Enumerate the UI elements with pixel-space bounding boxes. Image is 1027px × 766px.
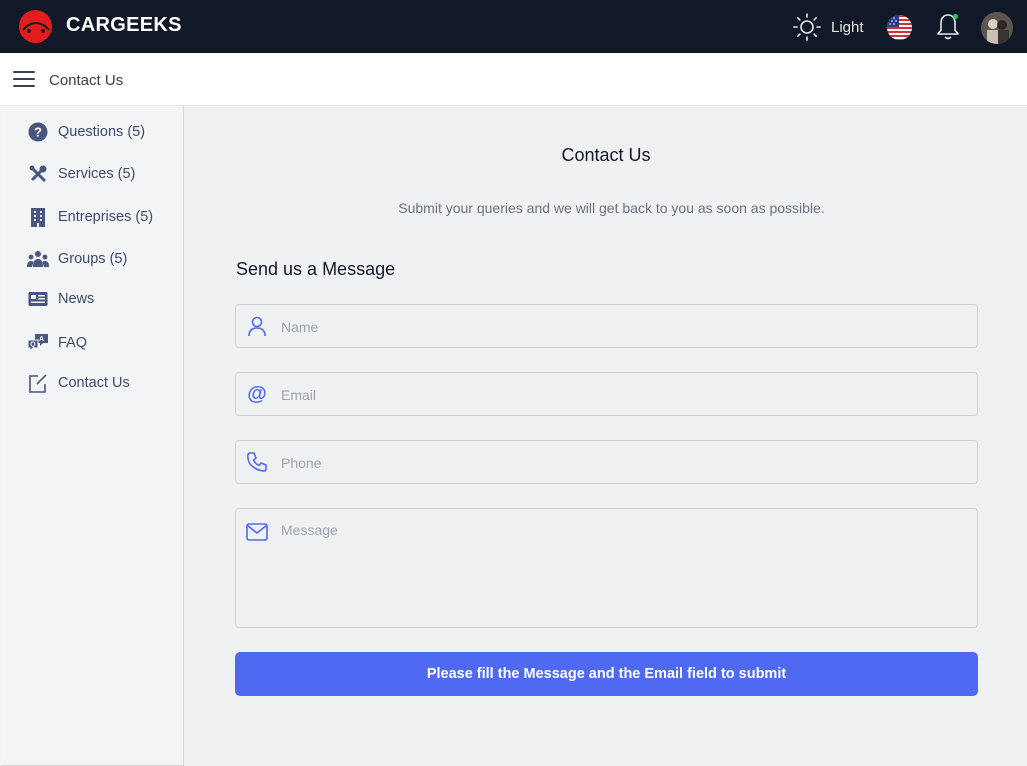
page-title: Contact Us (561, 145, 651, 165)
top-navbar: CARGEEKS Light (0, 0, 1027, 53)
sidebar-item-faq[interactable]: AQ FAQ (27, 332, 87, 354)
sidebar-item-contact-us[interactable]: Contact Us (27, 372, 130, 394)
sub-header: Contact Us (0, 53, 1027, 106)
phone-icon (246, 451, 268, 473)
brand-name[interactable]: CARGEEKS (66, 14, 182, 37)
user-avatar[interactable] (981, 12, 1013, 44)
sidebar-item-services[interactable]: Services (5) (27, 163, 135, 185)
sidebar-item-label: Contact Us (58, 375, 130, 391)
theme-label: Light (831, 18, 864, 36)
envelope-icon (246, 521, 268, 543)
car-silhouette-icon (21, 21, 50, 33)
newspaper-icon (27, 288, 49, 310)
sidebar-item-label: Services (5) (58, 166, 136, 182)
us-flag-icon[interactable] (887, 15, 912, 40)
sidebar-item-label: Groups (5) (58, 251, 128, 267)
message-input[interactable] (281, 522, 967, 618)
email-field: @ (235, 372, 978, 416)
submit-button[interactable]: Please fill the Message and the Email fi… (235, 652, 978, 696)
sidebar-item-questions[interactable]: ? Questions (5) (27, 121, 145, 143)
edit-contact-icon (27, 372, 49, 394)
user-icon (246, 315, 268, 337)
name-field (235, 304, 978, 348)
svg-text:@: @ (247, 383, 267, 405)
sidebar: ? Questions (5) Services (5) Entreprises… (1, 106, 184, 766)
hamburger-icon[interactable] (13, 71, 35, 89)
users-group-icon (27, 248, 49, 270)
breadcrumb-title: Contact Us (49, 72, 124, 89)
theme-toggle[interactable]: Light (792, 12, 864, 42)
building-icon (27, 206, 49, 228)
sidebar-item-groups[interactable]: Groups (5) (27, 248, 127, 270)
notification-dot (953, 14, 958, 19)
message-field (235, 508, 978, 628)
svg-text:Q: Q (30, 342, 36, 349)
faq-chat-icon: AQ (27, 332, 49, 354)
sidebar-item-label: News (58, 291, 95, 307)
car-logo-icon[interactable] (19, 10, 52, 43)
sidebar-item-label: Entreprises (5) (58, 209, 154, 225)
svg-text:A: A (39, 336, 44, 343)
name-input[interactable] (281, 317, 967, 337)
phone-field (235, 440, 978, 484)
phone-input[interactable] (281, 453, 967, 473)
sidebar-item-news[interactable]: News (27, 288, 94, 310)
sidebar-item-label: Questions (5) (58, 124, 146, 140)
sidebar-item-entreprises[interactable]: Entreprises (5) (27, 206, 153, 228)
svg-text:?: ? (34, 125, 42, 140)
at-sign-icon: @ (246, 383, 268, 405)
section-title: Send us a Message (236, 259, 396, 279)
email-input[interactable] (281, 385, 967, 405)
sun-icon (793, 13, 821, 41)
tools-icon (27, 163, 49, 185)
question-circle-icon: ? (27, 121, 49, 143)
page-subtitle: Submit your queries and we will get back… (398, 200, 825, 216)
sidebar-item-label: FAQ (58, 335, 88, 351)
